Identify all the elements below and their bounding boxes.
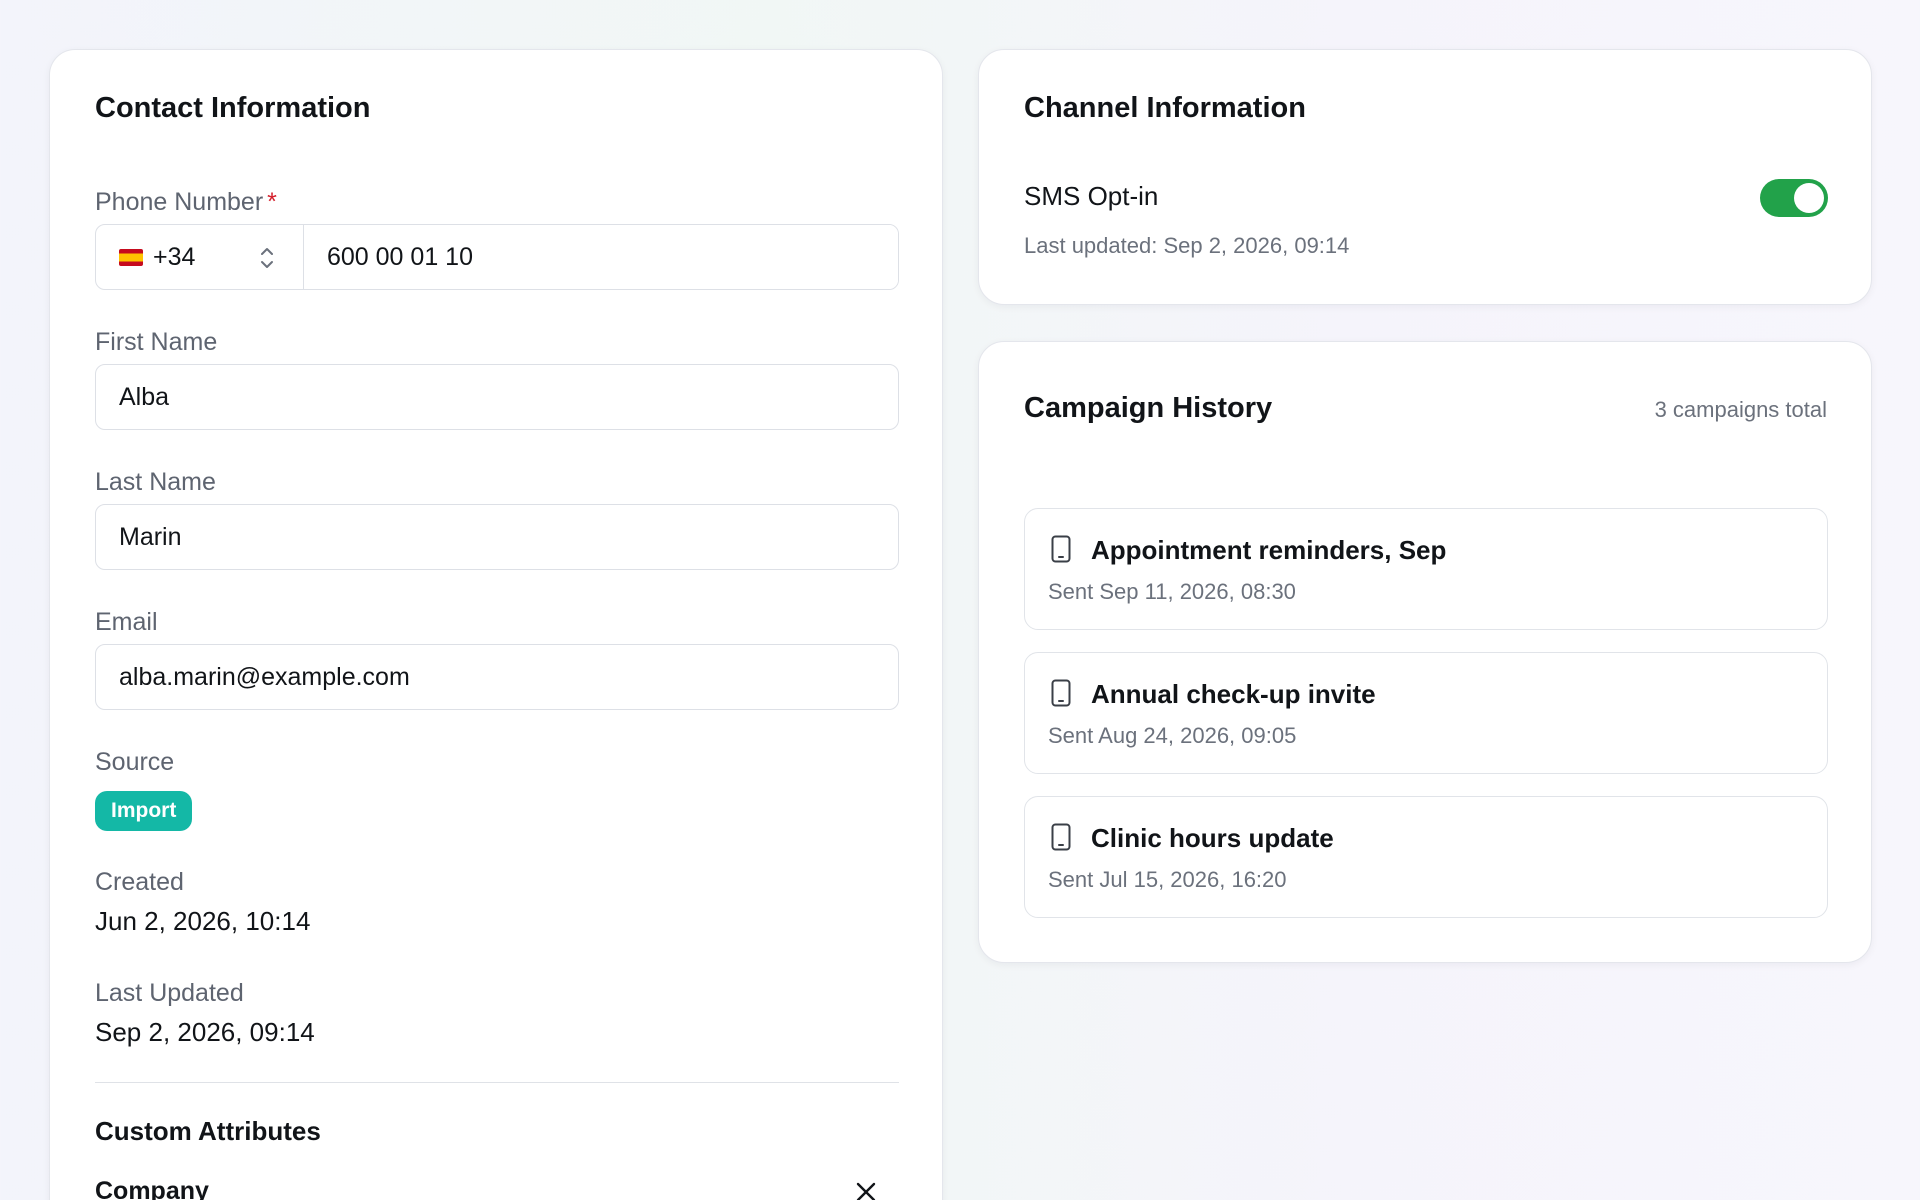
mobile-device-icon [1051,535,1071,563]
sms-optin-toggle[interactable] [1760,179,1828,217]
custom-attributes-title: Custom Attributes [95,1116,321,1146]
campaign-sent-date: Sent Aug 24, 2026, 09:05 [1048,723,1297,748]
phone-number-field: +34 [95,224,899,290]
first-name-label: First Name [95,328,218,356]
custom-attribute-company-label: Company [95,1177,209,1200]
created-value: Jun 2, 2026, 10:14 [95,906,311,936]
first-name-input[interactable] [95,364,899,430]
sms-optin-last-updated: Last updated: Sep 2, 2026, 09:14 [1024,233,1350,258]
campaign-history-card: Campaign History 3 campaigns total Appoi… [978,341,1872,963]
toggle-knob [1794,183,1824,213]
country-dial-code: +34 [153,242,196,271]
channel-information-title: Channel Information [1024,92,1306,124]
source-label: Source [95,748,175,776]
campaign-list-item[interactable]: Clinic hours update Sent Jul 15, 2026, 1… [1024,796,1828,918]
contact-information-card: Contact Information Phone Number* +34 Fi… [49,49,943,1200]
campaign-sent-date: Sent Jul 15, 2026, 16:20 [1048,867,1287,892]
campaign-sent-date: Sent Sep 11, 2026, 08:30 [1048,579,1296,604]
country-code-select[interactable]: +34 [96,225,304,289]
phone-number-label: Phone Number * [95,188,277,217]
source-badge: Import [95,791,193,831]
campaign-history-title: Campaign History [1024,392,1273,424]
campaign-name: Annual check-up invite [1091,679,1376,709]
last-updated-label: Last Updated [95,979,244,1007]
sms-optin-label: SMS Opt-in [1024,181,1159,211]
email-label: Email [95,608,158,636]
contact-information-title: Contact Information [95,92,371,124]
campaign-name: Clinic hours update [1091,823,1334,853]
campaigns-total-count: 3 campaigns total [1654,397,1827,422]
phone-number-input[interactable] [304,225,898,289]
campaign-list-item[interactable]: Appointment reminders, Sep Sent Sep 11, … [1024,508,1828,630]
chevron-up-down-icon [261,248,273,268]
email-input[interactable] [95,644,899,710]
last-name-input[interactable] [95,504,899,570]
last-updated-value: Sep 2, 2026, 09:14 [95,1017,315,1047]
channel-information-card: Channel Information SMS Opt-in Last upda… [978,49,1872,305]
campaign-list-item[interactable]: Annual check-up invite Sent Aug 24, 2026… [1024,652,1828,774]
mobile-device-icon [1051,823,1071,851]
created-label: Created [95,868,184,896]
last-name-label: Last Name [95,468,216,496]
spain-flag-icon [119,248,143,266]
campaign-name: Appointment reminders, Sep [1091,535,1447,565]
required-asterisk: * [267,188,277,216]
remove-attribute-close-icon[interactable] [854,1180,878,1200]
mobile-device-icon [1051,679,1071,707]
phone-number-label-text: Phone Number [95,188,264,216]
section-divider [95,1082,899,1083]
